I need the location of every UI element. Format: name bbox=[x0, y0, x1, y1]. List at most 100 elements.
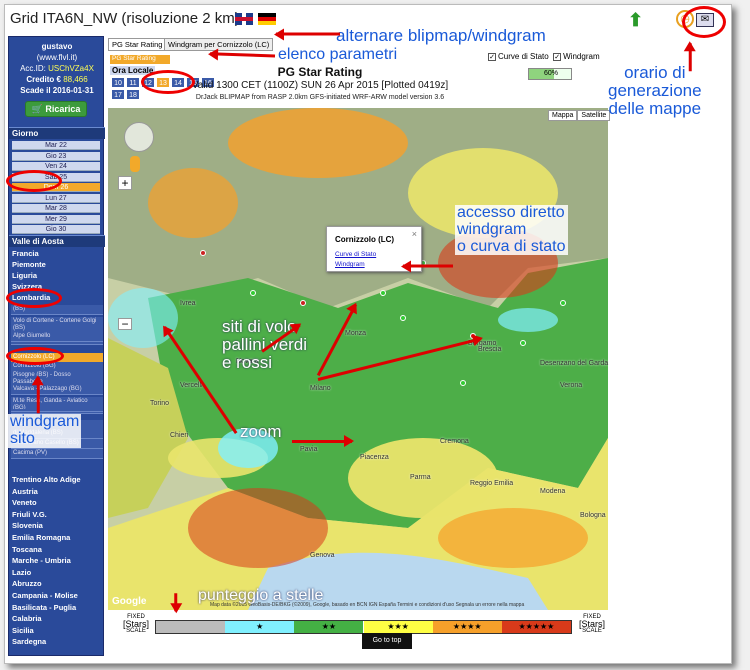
day-item[interactable]: Mar 22 bbox=[12, 141, 100, 150]
hour-button[interactable]: 18 bbox=[126, 89, 140, 100]
site-marker[interactable] bbox=[300, 300, 306, 306]
region-item[interactable]: Sardegna bbox=[12, 637, 46, 647]
curve-label: Curve di Stato bbox=[498, 52, 549, 61]
go-to-top-button[interactable]: Go to top bbox=[362, 633, 412, 649]
map-place-label: Torino bbox=[150, 400, 170, 407]
highlight-hours bbox=[141, 70, 195, 94]
heat-area bbox=[148, 168, 238, 238]
site-marker[interactable] bbox=[460, 380, 466, 386]
region-item[interactable]: Toscana bbox=[12, 545, 42, 555]
region-item[interactable]: Austria bbox=[12, 487, 38, 497]
map-place-label: Verona bbox=[560, 382, 583, 389]
day-item[interactable]: Mar 28 bbox=[12, 204, 100, 213]
uk-flag-icon[interactable] bbox=[235, 13, 253, 25]
site-item[interactable] bbox=[11, 342, 103, 345]
region-item[interactable]: Slovenia bbox=[12, 521, 43, 531]
map-place-label: Ivrea bbox=[180, 300, 196, 307]
ricarica-label: Ricarica bbox=[45, 104, 81, 114]
progress-bar: 60% bbox=[528, 68, 572, 80]
curve-checkbox[interactable]: ✓ bbox=[488, 52, 496, 61]
map-place-label: Pavia bbox=[300, 446, 318, 453]
arrow-annotation bbox=[403, 265, 453, 268]
site-marker[interactable] bbox=[250, 290, 256, 296]
map-place-label: Reggio Emilia bbox=[470, 480, 514, 487]
site-marker[interactable] bbox=[560, 300, 566, 306]
checkbox-group: ✓ Curve di Stato ✓ Windgram bbox=[488, 52, 600, 61]
map-place-label: Piacenza bbox=[360, 454, 389, 461]
region-item[interactable]: Friuli V.G. bbox=[12, 510, 47, 520]
region-item[interactable]: Liguria bbox=[12, 271, 37, 281]
annotation-punteggio: punteggio a stelle bbox=[198, 587, 324, 604]
day-item[interactable]: Gio 30 bbox=[12, 225, 100, 234]
site-item[interactable]: Valcava - Palazzago (BG) bbox=[11, 385, 103, 395]
map-place-label: Genova bbox=[310, 552, 335, 559]
scale-stars: [Stars] bbox=[122, 619, 149, 629]
popup-curve-link[interactable]: Curve di Stato bbox=[335, 251, 376, 258]
region-item[interactable]: Basilicata - Puglia bbox=[12, 603, 76, 613]
popup-title: Cornizzolo (LC) bbox=[335, 235, 395, 244]
zoom-in-button[interactable]: + bbox=[118, 176, 132, 190]
site-marker[interactable] bbox=[200, 250, 206, 256]
annotation-zoom: zoom bbox=[240, 422, 282, 441]
ricarica-button[interactable]: 🛒 Ricarica bbox=[25, 101, 87, 117]
regions-header[interactable]: Valle di Aosta bbox=[9, 235, 105, 247]
highlight-clock bbox=[682, 6, 726, 38]
site-marker[interactable] bbox=[380, 290, 386, 296]
scale-segment bbox=[156, 621, 226, 633]
expiry: Scade il 2016-01-31 bbox=[20, 86, 94, 95]
de-flag-icon[interactable] bbox=[258, 13, 276, 25]
annotation-windgram: windgram sito bbox=[8, 413, 82, 448]
tab-pg-star-rating[interactable]: PG Star Rating bbox=[108, 38, 167, 51]
region-item[interactable]: Trentino Alto Adige bbox=[12, 475, 81, 485]
scale-segment: ★★★★★ bbox=[501, 621, 571, 633]
map-credit: DrJack BLIPMAP from RASP 2.0km GFS-initi… bbox=[195, 94, 445, 101]
highlight-day bbox=[6, 170, 62, 192]
day-item[interactable]: Lun 27 bbox=[12, 193, 100, 203]
region-item[interactable]: Campania - Molise bbox=[12, 591, 78, 601]
region-item[interactable]: Abruzzo bbox=[12, 579, 42, 589]
map-canvas[interactable] bbox=[108, 108, 608, 610]
parameter-select[interactable]: PG Star Rating bbox=[110, 55, 170, 64]
sidebar: gustavo (www.flvl.it) Acc.ID: USChVZa4X … bbox=[8, 36, 105, 656]
username: gustavo bbox=[41, 42, 73, 51]
credit-label: Credito € bbox=[26, 75, 61, 84]
day-item[interactable]: Mer 29 bbox=[12, 214, 100, 224]
up-arrow-icon[interactable]: ⬆ bbox=[628, 10, 644, 30]
region-item[interactable]: Sicilia bbox=[12, 626, 34, 636]
region-item[interactable]: Francia bbox=[12, 249, 39, 259]
region-item[interactable]: Marche - Umbria bbox=[12, 556, 71, 566]
region-item[interactable]: Piemonte bbox=[12, 260, 46, 270]
region-item[interactable]: Calabria bbox=[12, 614, 42, 624]
site-item[interactable]: Cacima (PV) bbox=[11, 449, 103, 459]
tab-windgram[interactable]: Windgram per Cornizzolo (LC) bbox=[164, 38, 274, 51]
map-place-label: Parma bbox=[410, 474, 431, 481]
popup-windgram-link[interactable]: Windgram bbox=[335, 261, 365, 268]
annotation-blipmap: alternare blipmap/windgram bbox=[334, 26, 548, 45]
hour-button[interactable]: 10 bbox=[111, 77, 125, 88]
highlight-site bbox=[6, 347, 64, 365]
site-item[interactable]: Alpe Giumello bbox=[11, 332, 103, 342]
close-icon[interactable]: × bbox=[412, 229, 417, 239]
region-item[interactable]: Veneto bbox=[12, 498, 37, 508]
site-marker[interactable] bbox=[400, 315, 406, 321]
day-item[interactable]: Gio 23 bbox=[12, 151, 100, 161]
hour-button[interactable]: 11 bbox=[126, 77, 140, 88]
map-place-label: Milano bbox=[310, 385, 331, 392]
zoom-out-button[interactable]: − bbox=[118, 318, 132, 330]
hour-button[interactable]: 17 bbox=[111, 89, 125, 100]
region-item[interactable]: Emilia Romagna bbox=[12, 533, 70, 543]
site-item[interactable] bbox=[11, 409, 103, 412]
heat-area bbox=[498, 308, 558, 332]
windgram-checkbox[interactable]: ✓ bbox=[553, 52, 562, 61]
heat-area bbox=[438, 508, 588, 568]
region-item[interactable]: Lazio bbox=[12, 568, 31, 578]
pan-control[interactable] bbox=[124, 122, 154, 152]
site-marker[interactable] bbox=[520, 340, 526, 346]
heat-area bbox=[188, 488, 328, 568]
map-type-satellite[interactable]: Satellite bbox=[577, 110, 611, 121]
map-type-mappa[interactable]: Mappa bbox=[548, 110, 578, 121]
scale-label-left: FIXED [Stars] SCALE bbox=[118, 614, 154, 635]
scale-unit: SCALE bbox=[126, 628, 146, 634]
street-view-icon[interactable] bbox=[130, 156, 140, 172]
arrow-annotation bbox=[688, 43, 692, 72]
